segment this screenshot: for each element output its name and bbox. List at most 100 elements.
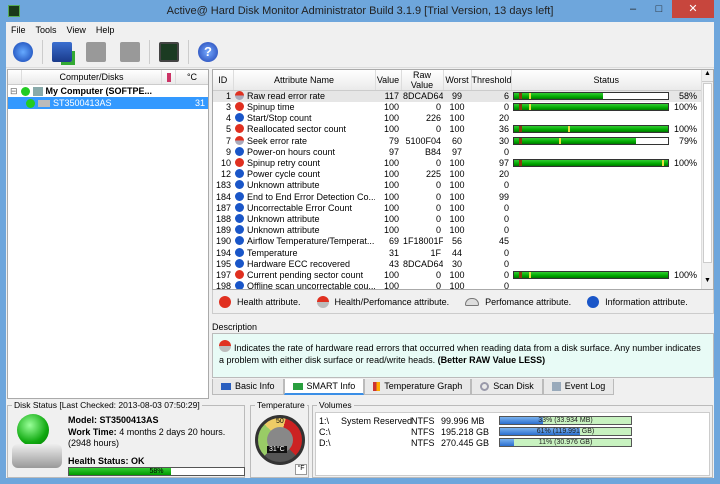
- health-icon: [235, 124, 244, 134]
- refresh-button[interactable]: [6, 38, 40, 66]
- volume-fs: NTFS: [411, 427, 435, 437]
- disk-status-panel: Disk Status [Last Checked: 2013-08-03 07…: [7, 400, 245, 478]
- table-row[interactable]: 10 Spinup retry count 100 0 100 97 100%: [213, 158, 702, 169]
- table-row[interactable]: 189 Unknown attribute 100 0 100 0: [213, 225, 702, 236]
- table-row[interactable]: 7 Seek error rate 79 5100F04 60 30 79%: [213, 135, 702, 147]
- volume-row[interactable]: 1:\ System Reserved NTFS 99.996 MB 33% (…: [316, 416, 709, 427]
- tab-label: Event Log: [564, 381, 606, 391]
- attr-raw: 0: [435, 124, 441, 135]
- computer-name: My Computer (SOFTPE...: [45, 86, 153, 96]
- refresh-icon: [13, 42, 33, 62]
- table-row[interactable]: 194 Temperature 31 1F 44 0: [213, 247, 702, 258]
- smart-attributes-table: ID Attribute Name Value Raw Value Worst Thres…: [212, 69, 714, 290]
- tree-item-disk[interactable]: ST3500413AS 31: [8, 97, 208, 109]
- disk-work-time: Work Time: 4 months 2 days 20 hours. (29…: [68, 427, 226, 448]
- col-header[interactable]: Value: [375, 70, 402, 91]
- attr-threshold: 0: [503, 225, 509, 236]
- col-temperature[interactable]: °C: [176, 70, 208, 84]
- information-icon: [235, 113, 244, 123]
- minimize-button[interactable]: –: [620, 0, 646, 18]
- table-row[interactable]: 5 Reallocated sector count 100 0 100 36 …: [213, 124, 702, 135]
- health-icon: [235, 269, 244, 279]
- tab-event-log[interactable]: Event Log: [542, 379, 615, 395]
- col-header[interactable]: ID: [213, 70, 234, 91]
- attr-raw: 0: [435, 269, 441, 280]
- graph-icon: [373, 382, 381, 391]
- table-row[interactable]: 12 Power cycle count 100 225 100 20: [213, 169, 702, 180]
- tab-scan-disk[interactable]: Scan Disk: [471, 379, 543, 395]
- information-icon: [235, 247, 244, 257]
- fahrenheit-toggle-button[interactable]: °F: [295, 464, 307, 475]
- health-performance-icon: [219, 340, 231, 352]
- tab-basic-info[interactable]: Basic Info: [212, 379, 284, 395]
- temperature-title: Temperature: [255, 400, 307, 410]
- tree-item-computer[interactable]: ⊟ My Computer (SOFTPE...: [8, 85, 208, 97]
- col-header[interactable]: Attribute Name: [233, 70, 376, 91]
- maximize-button[interactable]: □: [646, 0, 672, 18]
- computers-icon: [8, 70, 22, 84]
- menu-help[interactable]: Help: [91, 22, 120, 37]
- add-computer-button[interactable]: [45, 38, 79, 66]
- col-header[interactable]: Raw Value: [401, 70, 444, 91]
- attr-value: 100: [383, 113, 399, 124]
- table-row[interactable]: 184 End to End Error Detection Co... 100…: [213, 191, 702, 203]
- volume-name: 1:\: [319, 416, 330, 426]
- table-row[interactable]: 3 Spinup time 100 0 100 0 100%: [213, 102, 702, 113]
- volume-usage-bar: 33% (33.934 MB): [499, 416, 632, 425]
- table-row[interactable]: 187 Uncorrectable Error Count 100 0 100 …: [213, 202, 702, 214]
- table-row[interactable]: 4 Start/Stop count 100 226 100 20: [213, 113, 702, 124]
- attr-value: 100: [383, 281, 399, 290]
- close-button[interactable]: ✕: [672, 0, 714, 18]
- table-row[interactable]: 188 Unknown attribute 100 0 100 0: [213, 213, 702, 225]
- collapse-icon[interactable]: ⊟: [10, 86, 18, 97]
- menu-tools[interactable]: Tools: [31, 22, 62, 37]
- tab-smart-info[interactable]: SMART Info: [283, 379, 365, 395]
- health-performance-icon: [235, 135, 244, 145]
- information-icon: [235, 180, 244, 190]
- volume-name: C:\: [319, 427, 331, 437]
- tab-temperature-graph[interactable]: Temperature Graph: [364, 379, 472, 395]
- attr-raw: 225: [425, 169, 441, 180]
- table-row[interactable]: 1 Raw read error rate 117 8DCAD64 99 6 5…: [213, 90, 702, 102]
- remove-computer-button[interactable]: [113, 38, 147, 66]
- col-header[interactable]: Threshold: [471, 70, 512, 91]
- status-bar: [513, 159, 669, 168]
- attr-name: Unknown attribute: [247, 225, 320, 236]
- monitor-settings-button[interactable]: [152, 38, 186, 66]
- add-computer-icon: [52, 42, 72, 62]
- table-row[interactable]: 190 Airflow Temperature/Temperat... 69 1…: [213, 236, 702, 247]
- attr-id: 187: [215, 202, 231, 213]
- menu-view[interactable]: View: [62, 22, 91, 37]
- volume-row[interactable]: C:\ NTFS 195.218 GB 61% (119.991 GB): [316, 427, 709, 438]
- attr-value: 100: [383, 180, 399, 191]
- col-header[interactable]: Worst: [443, 70, 472, 91]
- legend-health-performance: Health/Perfomance attribute.: [334, 296, 450, 307]
- table-row[interactable]: 195 Hardware ECC recovered 43 8DCAD64 30…: [213, 258, 702, 270]
- attr-name: Hardware ECC recovered: [247, 258, 351, 269]
- table-row[interactable]: 198 Offline scan uncorrectable cou... 10…: [213, 281, 702, 290]
- attr-worst: 100: [449, 102, 465, 113]
- attr-threshold: 20: [498, 169, 509, 180]
- attr-raw: 5100F04: [405, 135, 441, 146]
- scroll-thumb[interactable]: [703, 83, 712, 263]
- table-row[interactable]: 183 Unknown attribute 100 0 100 0: [213, 180, 702, 191]
- attr-id: 4: [225, 113, 231, 124]
- attr-worst: 60: [451, 135, 462, 146]
- col-header[interactable]: Status: [511, 70, 702, 91]
- vertical-scrollbar[interactable]: ▲ ▼: [701, 70, 713, 289]
- attr-name: Uncorrectable Error Count: [247, 202, 353, 213]
- scroll-up-arrow[interactable]: ▲: [702, 70, 713, 82]
- scroll-down-arrow[interactable]: ▼: [702, 277, 713, 289]
- computer-settings-button[interactable]: [79, 38, 113, 66]
- attr-raw: 0: [435, 180, 441, 191]
- volume-row[interactable]: D:\ NTFS 270.445 GB 11% (30.976 GB): [316, 438, 709, 449]
- table-header: ID Attribute Name Value Raw Value Worst Thres…: [213, 70, 702, 91]
- help-button[interactable]: ?: [191, 38, 225, 66]
- menu-file[interactable]: File: [6, 22, 31, 37]
- col-computer-disks[interactable]: Computer/Disks: [22, 70, 162, 84]
- table-row[interactable]: 197 Current pending sector count 100 0 1…: [213, 269, 702, 281]
- attr-threshold: 20: [498, 113, 509, 124]
- table-row[interactable]: 9 Power-on hours count 97 B84 97 0: [213, 146, 702, 158]
- status-percent: 58%: [678, 91, 697, 101]
- status-percent: 100%: [673, 158, 697, 169]
